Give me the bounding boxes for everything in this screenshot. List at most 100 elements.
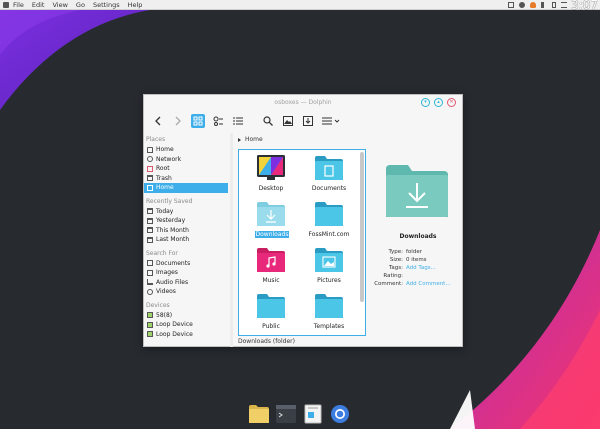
sidebar-item-trash[interactable]: Trash [144,174,234,184]
file-item-downloads[interactable]: Downloads [243,200,299,244]
menu-go[interactable]: Go [76,1,85,9]
file-view-scrollbar[interactable] [360,152,364,334]
sidebar-item-loop-device[interactable]: Loop Device [144,320,234,330]
file-item-public[interactable]: Public [243,292,299,335]
music-note-icon [147,279,153,286]
battery-icon[interactable] [552,2,556,8]
sidebar-item-today[interactable]: Today [144,207,234,217]
folder-pictures-icon [315,248,343,272]
add-comment-link[interactable]: Add Comment... [406,281,451,287]
search-icon[interactable] [261,114,275,128]
file-label: Templates [313,323,345,330]
drive-icon [147,331,153,338]
folder-icon [257,294,285,318]
sidebar-item-this-month[interactable]: This Month [144,226,234,236]
sidebar-item-yesterday[interactable]: Yesterday [144,216,234,226]
calendar-icon [147,208,153,215]
file-label-selected: Downloads [255,231,289,238]
sidebar-item-label: This Month [156,226,189,234]
drive-icon [147,321,153,328]
chevron-right-icon [238,137,241,142]
menu-help[interactable]: Help [128,1,143,9]
sidebar-item-label: Images [156,269,178,277]
sidebar-item-documents[interactable]: Documents [144,259,234,269]
minimize-button[interactable]: ▾ [421,98,430,107]
file-item-documents[interactable]: Documents [301,154,357,198]
file-label: Documents [311,185,347,192]
toolbar [144,110,462,132]
info-name: Downloads [399,233,437,240]
menu-settings[interactable]: Settings [93,1,120,9]
image-icon [147,269,153,276]
video-icon [147,288,153,295]
file-label: Music [262,277,280,284]
info-tags-row: Tags: Add Tags... [374,265,462,271]
compact-view-button[interactable] [211,114,225,128]
sidebar-item-label: Home [156,146,174,154]
file-label: Pictures [317,277,341,284]
network-icon[interactable] [519,2,525,8]
sidebar-item-network[interactable]: Network [144,155,234,165]
preview-icon[interactable] [281,114,295,128]
text-editor-dock-icon[interactable] [302,403,324,425]
file-view[interactable]: Desktop Documents Downloads FossMint.com… [238,149,366,336]
maximize-button[interactable]: ▴ [434,98,443,107]
sidebar-item-audio[interactable]: Audio Files [144,278,234,288]
scrollbar-thumb[interactable] [360,152,364,302]
info-type-row: Type: folder [374,249,462,255]
menu-file[interactable]: File [13,1,24,9]
breadcrumb[interactable]: Home [238,136,263,143]
volume-icon[interactable] [541,2,547,8]
sidebar-item-videos[interactable]: Videos [144,287,234,297]
sidebar-item-label: Videos [156,288,176,296]
icons-view-button[interactable] [191,114,205,128]
sidebar-item-images[interactable]: Images [144,268,234,278]
file-item-templates[interactable]: Templates [301,292,357,335]
file-item-music[interactable]: Music [243,246,299,290]
file-item-desktop[interactable]: Desktop [243,154,299,198]
forward-icon[interactable] [171,114,185,128]
add-tags-link[interactable]: Add Tags... [406,265,436,271]
clock[interactable]: 3:07 [571,0,598,12]
places-header: Places [146,136,166,143]
app-launcher-icon[interactable] [3,1,9,8]
sidebar-item-device[interactable]: 58(8) [144,311,234,321]
menu-icon[interactable] [561,2,567,8]
hamburger-menu-icon[interactable] [321,114,341,128]
folder-documents-icon [315,156,343,180]
close-button[interactable]: ✕ [447,98,456,107]
window-titlebar[interactable]: osboxes — Dolphin ▾ ▴ ✕ [144,95,462,110]
file-label: Public [262,323,280,330]
status-bar: Downloads (folder) [238,338,295,345]
back-icon[interactable] [151,114,165,128]
breadcrumb-home[interactable]: Home [245,136,263,143]
notification-icon[interactable] [530,2,536,8]
sidebar-item-label: Audio Files [156,278,189,286]
sidebar-item-label: Yesterday [156,217,186,225]
file-label: FossMint.com [308,231,350,238]
folder-download-icon [257,202,285,226]
info-size-value: 0 items [406,257,427,263]
sidebar-scrollbar[interactable] [230,133,233,347]
chromium-dock-icon[interactable] [329,403,351,425]
menu-edit[interactable]: Edit [32,1,45,9]
clipboard-icon[interactable] [508,2,514,8]
terminal-dock-icon[interactable] [275,403,297,425]
file-item-fossmint[interactable]: FossMint.com [301,200,357,244]
split-view-icon[interactable] [301,114,315,128]
calendar-icon [147,217,153,224]
sidebar-item-last-month[interactable]: Last Month [144,235,234,245]
file-item-pictures[interactable]: Pictures [301,246,357,290]
sidebar-item-root[interactable]: Root [144,164,234,174]
file-manager-dock-icon[interactable] [248,403,270,425]
sidebar-item-home-selected[interactable]: Home [144,183,228,193]
trash-icon [147,175,153,182]
top-menubar: File Edit View Go Settings Help 3:07 [0,0,600,12]
sidebar-item-label: 58(8) [156,311,173,319]
sidebar-item-label: Trash [156,174,172,182]
sidebar-item-home[interactable]: Home [144,145,234,155]
sidebar-item-loop-device[interactable]: Loop Device [144,330,234,340]
menu-view[interactable]: View [52,1,67,9]
desktop-icon [257,155,285,180]
details-view-button[interactable] [231,114,245,128]
